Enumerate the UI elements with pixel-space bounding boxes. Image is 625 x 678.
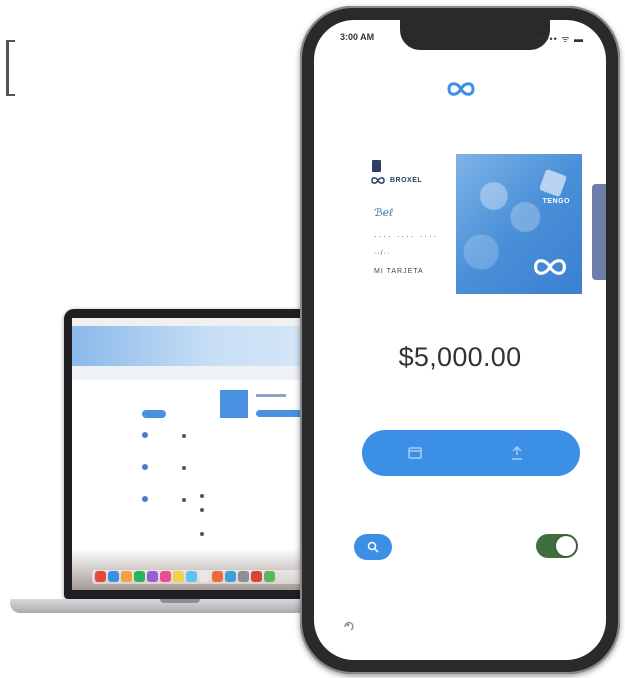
phone-notch bbox=[400, 20, 550, 50]
search-button[interactable] bbox=[354, 534, 392, 560]
infinity-icon bbox=[532, 256, 568, 283]
toggle-knob bbox=[556, 536, 576, 556]
settings-icon[interactable] bbox=[342, 618, 356, 637]
status-time: 3:00 AM bbox=[340, 32, 375, 42]
laptop-list-dot bbox=[182, 434, 186, 438]
laptop-list-dot bbox=[182, 498, 186, 502]
dock-app-icon bbox=[186, 571, 197, 582]
dock-app-icon bbox=[108, 571, 119, 582]
dock-app-icon bbox=[264, 571, 275, 582]
brand-logo: BROXEL bbox=[370, 176, 422, 185]
dock-app-icon bbox=[238, 571, 249, 582]
laptop-app-card-text bbox=[256, 394, 286, 397]
laptop-app-card bbox=[220, 390, 248, 418]
laptop-app-header bbox=[72, 326, 324, 366]
action-bar bbox=[362, 430, 580, 476]
infinity-icon bbox=[446, 80, 476, 103]
dock-app-icon bbox=[134, 571, 145, 582]
laptop-menubar bbox=[72, 318, 324, 326]
phone-screen: 3:00 AM ••••• ᯤ ▬ BROXEL ℬℯℓ ···· ···· ·… bbox=[314, 20, 606, 660]
decorative-bracket bbox=[6, 40, 15, 96]
laptop-app-pill bbox=[142, 410, 166, 418]
wallet-card[interactable]: BROXEL ℬℯℓ ···· ···· ···· ··/·· MI TARJE… bbox=[362, 154, 588, 298]
dock-app-icon bbox=[147, 571, 158, 582]
laptop-list-dot bbox=[200, 508, 204, 512]
card-icon bbox=[408, 447, 422, 459]
dock-app-icon bbox=[95, 571, 106, 582]
search-icon bbox=[367, 541, 379, 553]
laptop-list-icon bbox=[142, 496, 148, 502]
card-signature: ℬℯℓ bbox=[374, 207, 393, 219]
card-chip-icon bbox=[538, 168, 568, 198]
laptop-mockup bbox=[10, 305, 340, 625]
transfer-action-button[interactable] bbox=[506, 442, 528, 464]
status-indicators: ••••• ᯤ ▬ bbox=[537, 34, 584, 44]
dock-app-icon bbox=[251, 571, 262, 582]
card-label: MI TARJETA bbox=[374, 268, 424, 275]
dock-app-icon bbox=[199, 571, 210, 582]
laptop-screen bbox=[72, 318, 324, 590]
dock-app-icon bbox=[121, 571, 132, 582]
laptop-opening-notch bbox=[160, 599, 200, 603]
badge-icon bbox=[372, 160, 381, 172]
toggle-switch[interactable] bbox=[536, 534, 578, 558]
infinity-icon bbox=[371, 177, 385, 184]
side-drawer-tab[interactable] bbox=[592, 184, 606, 280]
laptop-lid bbox=[64, 309, 332, 599]
laptop-dock bbox=[92, 570, 304, 584]
transfer-icon bbox=[512, 446, 522, 460]
laptop-app-button bbox=[256, 410, 306, 417]
card-face: TENGO bbox=[456, 154, 582, 294]
dock-app-icon bbox=[225, 571, 236, 582]
dock-app-icon bbox=[212, 571, 223, 582]
dock-app-icon bbox=[173, 571, 184, 582]
laptop-list-dot bbox=[200, 532, 204, 536]
card-details: BROXEL ℬℯℓ ···· ···· ···· ··/·· MI TARJE… bbox=[362, 154, 462, 294]
card-issuer: TENGO bbox=[542, 198, 570, 205]
dock-app-icon bbox=[160, 571, 171, 582]
marketing-stage: 3:00 AM ••••• ᯤ ▬ BROXEL ℬℯℓ ···· ···· ·… bbox=[0, 0, 625, 678]
laptop-list-icon bbox=[142, 432, 148, 438]
laptop-app-subheader bbox=[72, 366, 324, 380]
phone-mockup: 3:00 AM ••••• ᯤ ▬ BROXEL ℬℯℓ ···· ···· ·… bbox=[300, 6, 620, 674]
balance-amount: $5,000.00 bbox=[398, 342, 522, 372]
laptop-list-dot bbox=[182, 466, 186, 470]
card-action-button[interactable] bbox=[404, 442, 426, 464]
laptop-list-dot bbox=[200, 494, 204, 498]
card-expiry: ··/·· bbox=[374, 250, 391, 257]
laptop-list-icon bbox=[142, 464, 148, 470]
brand-name: BROXEL bbox=[390, 177, 423, 184]
card-number-masked: ···· ···· ···· bbox=[374, 232, 439, 241]
